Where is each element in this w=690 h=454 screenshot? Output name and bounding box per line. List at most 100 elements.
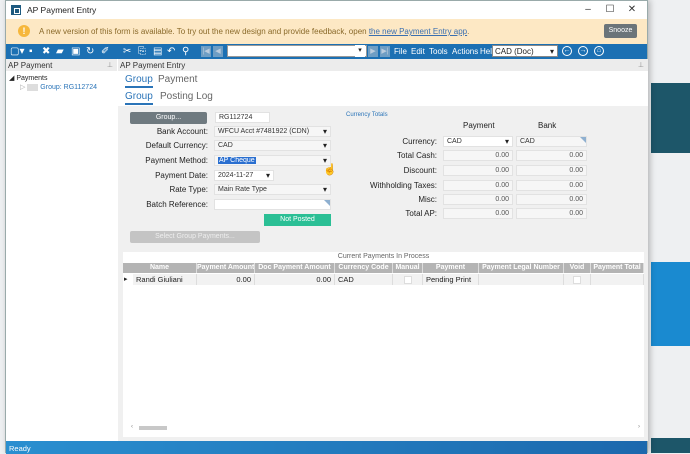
new-icon[interactable]: ▢▾ xyxy=(10,45,24,58)
tree-item-group[interactable]: ▷ Group: RG112724 xyxy=(20,83,97,91)
cut-icon[interactable]: ✂ xyxy=(123,45,131,58)
tab-group[interactable]: Group xyxy=(125,74,153,88)
bank-total-field: 0.00 xyxy=(516,194,587,205)
payment-method-label: Payment Method: xyxy=(145,156,208,165)
new-app-link[interactable]: the new Payment Entry app xyxy=(369,27,467,36)
tree-child-label: Group: RG112724 xyxy=(40,84,97,91)
bank-total-field: 0.00 xyxy=(516,180,587,191)
pin-icon[interactable]: ⊥ xyxy=(638,61,644,69)
column-header-doc-payment-amount[interactable]: Doc Payment Amount xyxy=(255,263,335,273)
totals-row-label: Total AP: xyxy=(405,209,437,218)
cell-payment-amount[interactable]: 0.00 xyxy=(197,274,255,285)
window-title: AP Payment Entry xyxy=(27,5,97,15)
scrollbar-thumb[interactable] xyxy=(139,426,167,430)
column-header-payment-legal-number[interactable]: Payment Legal Number xyxy=(479,263,564,273)
cell-name[interactable]: Randi Giuliani xyxy=(133,274,197,285)
column-header-payment-total[interactable]: Payment Total xyxy=(591,263,644,273)
payment-date-field[interactable]: 2024-11-27 xyxy=(214,170,274,181)
cell-manual[interactable] xyxy=(393,274,423,285)
delete-icon[interactable]: ✖ xyxy=(42,45,50,58)
cell-payment-legal-number[interactable] xyxy=(479,274,564,285)
title-bar: AP Payment Entry – ☐ ✕ xyxy=(6,1,647,19)
copy-icon[interactable]: ⎘ xyxy=(138,45,146,58)
totals-row-label: Currency: xyxy=(402,137,437,146)
tree-panel-title: AP Payment xyxy=(8,61,53,70)
menu-tools[interactable]: Tools xyxy=(429,47,448,56)
maximize-button[interactable]: ☐ xyxy=(599,3,621,17)
horizontal-scrollbar[interactable]: ‹ › xyxy=(129,424,642,432)
payment-method-select[interactable]: AP Cheque xyxy=(214,155,331,166)
currency-select[interactable]: CAD (Doc) xyxy=(492,45,558,57)
cell-doc-payment-amount[interactable]: 0.00 xyxy=(255,274,335,285)
scroll-left-icon[interactable]: ‹ xyxy=(131,424,133,430)
banner-suffix: . xyxy=(467,27,470,36)
record-navigator-input[interactable] xyxy=(227,45,367,57)
totals-row-label: Total Cash: xyxy=(396,151,437,160)
default-currency-select[interactable]: CAD xyxy=(214,140,331,151)
refresh-icon[interactable]: ↻ xyxy=(86,45,94,58)
paste-icon[interactable]: ▤ xyxy=(153,45,162,58)
column-header-currency-code[interactable]: Currency Code xyxy=(335,263,393,273)
menu-file[interactable]: File xyxy=(394,47,407,56)
forward-icon[interactable]: → xyxy=(578,46,588,56)
back-icon[interactable]: ← xyxy=(562,46,572,56)
default-currency-label: Default Currency: xyxy=(145,141,208,150)
app-icon xyxy=(11,5,21,15)
manual-checkbox[interactable] xyxy=(403,276,412,285)
tree-root-label: Payments xyxy=(16,75,48,82)
snooze-button[interactable]: Snooze xyxy=(604,24,637,38)
column-header-payment-amount[interactable]: Payment Amount xyxy=(197,263,255,273)
tree-panel: AP Payment ⊥ ◢ Payments ▷ Group: RG112724 xyxy=(6,59,117,441)
payment-column-header: Payment xyxy=(463,121,495,130)
previous-record-icon[interactable]: ◀ xyxy=(213,46,223,57)
next-record-icon[interactable]: ▶ xyxy=(368,46,378,57)
clear-icon[interactable]: ✐ xyxy=(101,45,109,58)
totals-row-label: Discount: xyxy=(403,166,437,175)
bank-account-select[interactable]: WFCU Acct #7481922 (CDN) xyxy=(214,126,331,137)
column-header-manual[interactable]: Manual xyxy=(393,263,423,273)
navigator-dropdown-icon[interactable]: ▾ xyxy=(355,45,365,57)
menu-actions[interactable]: Actions xyxy=(452,47,478,56)
main-panel-header: AP Payment Entry ⊥ xyxy=(118,59,648,71)
cell-payment[interactable]: Pending Print xyxy=(423,274,479,285)
payments-grid: Current Payments In Process Name Payment … xyxy=(123,252,644,437)
close-button[interactable]: ✕ xyxy=(621,3,643,17)
menu-edit[interactable]: Edit xyxy=(411,47,425,56)
subtab-posting-log[interactable]: Posting Log xyxy=(160,91,213,103)
first-record-icon[interactable]: |◀ xyxy=(201,46,211,57)
main-panel-title: AP Payment Entry xyxy=(120,61,186,70)
expand-icon[interactable]: ▷ xyxy=(20,84,25,91)
app-window: AP Payment Entry – ☐ ✕ ! A new version o… xyxy=(5,0,648,454)
payment-total-field: 0.00 xyxy=(443,165,513,176)
batch-reference-label: Batch Reference: xyxy=(146,200,208,209)
select-group-payments-button[interactable]: Select Group Payments... xyxy=(130,231,260,243)
column-header-void[interactable]: Void xyxy=(564,263,591,273)
undo-icon[interactable]: ↶ xyxy=(167,45,175,58)
cell-currency-code[interactable]: CAD xyxy=(335,274,393,285)
home-icon[interactable]: ⌂ xyxy=(594,46,604,56)
payment-total-field: 0.00 xyxy=(443,194,513,205)
rate-type-select[interactable]: Main Rate Type xyxy=(214,184,331,195)
column-header-name[interactable]: Name xyxy=(123,263,197,273)
group-button[interactable]: Group... xyxy=(130,112,207,124)
group-id-field[interactable]: RG112724 xyxy=(215,112,270,123)
tree-item-payments[interactable]: ◢ Payments xyxy=(9,74,47,82)
minimize-button[interactable]: – xyxy=(577,3,599,17)
save-icon[interactable]: ▪ xyxy=(29,45,33,58)
subtab-group[interactable]: Group xyxy=(125,91,153,105)
payment-currency-select[interactable]: CAD xyxy=(443,136,513,147)
batch-reference-field[interactable] xyxy=(214,199,331,210)
background-tile-teal-bottom xyxy=(651,438,690,453)
pin-icon[interactable]: ⊥ xyxy=(107,61,113,69)
cell-void[interactable] xyxy=(564,274,591,285)
tab-payment[interactable]: Payment xyxy=(158,74,197,86)
scroll-right-icon[interactable]: › xyxy=(638,424,640,430)
void-checkbox[interactable] xyxy=(573,276,581,285)
last-record-icon[interactable]: ▶| xyxy=(380,46,390,57)
column-header-payment[interactable]: Payment xyxy=(423,263,479,273)
book-icon[interactable]: ▰ xyxy=(56,45,64,58)
search-icon[interactable]: ⚲ xyxy=(182,45,189,58)
cell-payment-total[interactable] xyxy=(591,274,644,285)
row-selector-icon[interactable]: ▸ xyxy=(124,275,128,283)
attach-icon[interactable]: ▣ xyxy=(71,45,80,58)
